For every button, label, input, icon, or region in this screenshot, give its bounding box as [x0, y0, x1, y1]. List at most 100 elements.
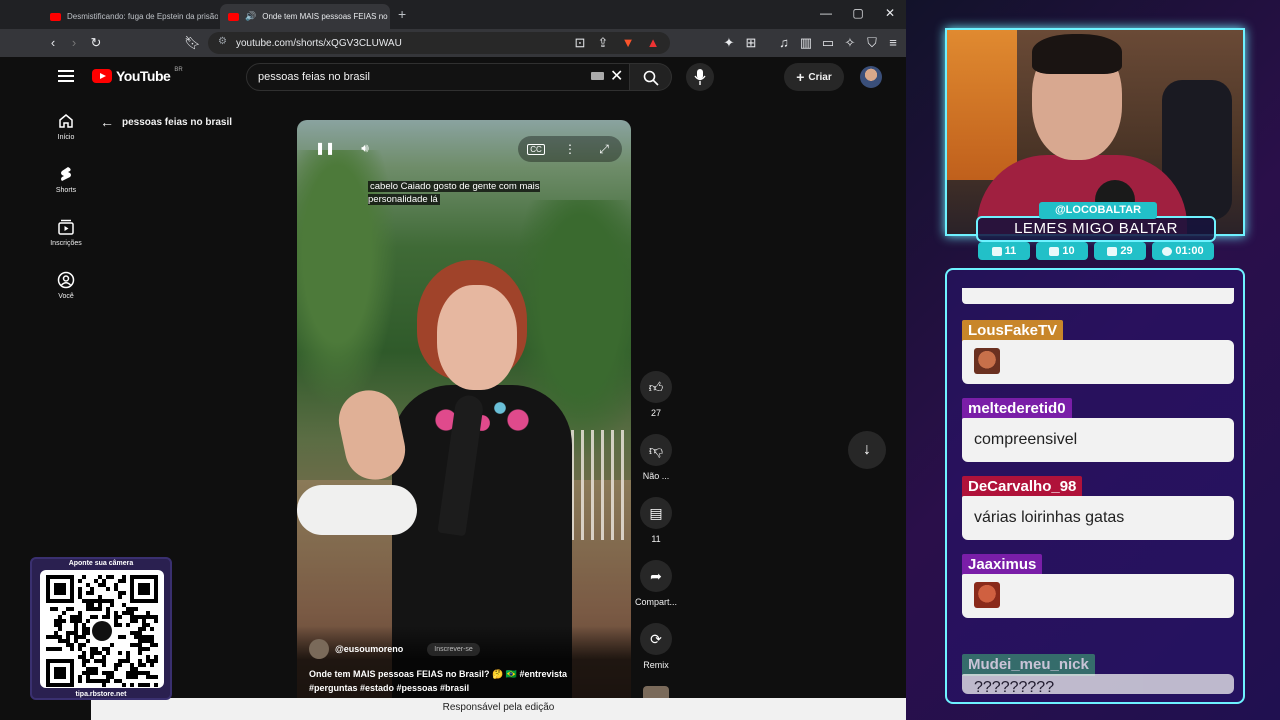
bookmark-icon[interactable]: 🔖︎: [184, 35, 201, 51]
nav-shorts[interactable]: Shorts: [40, 165, 92, 194]
youtube-logo[interactable]: YouTube BR: [92, 67, 183, 84]
home-icon: [59, 114, 73, 128]
tab-current-short[interactable]: 🔊 Onde tem MAIS pessoas FEIAS no ✕: [220, 4, 390, 29]
youtube-favicon-icon: [50, 12, 61, 21]
microphone-icon: [694, 69, 706, 85]
screenshot-icon[interactable]: ⊞: [743, 35, 759, 51]
video-subject-embroidery: [422, 390, 542, 450]
search-button[interactable]: [630, 63, 672, 91]
brave-rewards-icon[interactable]: ▲: [645, 35, 661, 51]
like-count: 27: [650, 408, 661, 418]
install-icon[interactable]: ⊡: [572, 35, 588, 51]
dislike-button[interactable]: 👎︎ Não ...: [638, 434, 674, 481]
dislike-icon: 👎︎: [640, 434, 672, 466]
youtube-play-icon: [92, 69, 112, 83]
remix-label: Remix: [643, 660, 669, 670]
comment-icon: ▤: [640, 497, 672, 529]
video-subject-face: [437, 285, 517, 390]
subscriptions-icon: [58, 219, 74, 235]
nav-label: Inscrições: [50, 240, 82, 247]
search-icon: [643, 70, 659, 86]
back-icon[interactable]: ‹: [45, 35, 61, 51]
chat-username: meltederetid0: [962, 398, 1072, 420]
fullscreen-icon[interactable]: ⤢: [592, 137, 616, 161]
stream-stats: 11 10 29 01:00: [978, 242, 1214, 260]
you-icon: [57, 271, 75, 289]
tab-bar: Desmistificando: fuga de Epstein da pris…: [0, 0, 906, 29]
speaker-icon[interactable]: 🔊: [245, 11, 256, 22]
forward-icon[interactable]: ›: [66, 35, 82, 51]
country-code: BR: [174, 67, 183, 73]
nav-label: Shorts: [55, 187, 77, 194]
nav-subscriptions[interactable]: Inscrições: [40, 218, 92, 247]
like-button[interactable]: 👍︎ 27: [638, 371, 674, 418]
vpn-icon[interactable]: ⛉: [864, 35, 880, 51]
leo-icon[interactable]: ✧: [842, 35, 858, 51]
clock-icon: [1162, 246, 1173, 256]
share-page-icon[interactable]: ⇪: [595, 35, 611, 51]
close-window-icon[interactable]: ✕: [882, 6, 898, 20]
site-info-icon[interactable]: ⚙: [218, 36, 227, 47]
pause-icon[interactable]: ❚❚: [313, 136, 337, 160]
chat-message: [962, 574, 1234, 618]
hamburger-menu-icon[interactable]: [58, 70, 74, 82]
emote-icon: [974, 348, 1000, 374]
share-label: Compart...: [634, 597, 677, 607]
remix-button[interactable]: ⟳ Remix: [638, 623, 674, 670]
qr-top-label: Aponte sua câmera: [68, 560, 134, 567]
sidebar-icon[interactable]: ▥: [798, 35, 814, 51]
nav-label: Início: [57, 134, 75, 141]
tab-title: Desmistificando: fuga de Epstein da pris…: [67, 12, 218, 21]
shorts-icon: [61, 167, 71, 181]
voice-search-button[interactable]: [686, 63, 714, 91]
keyboard-icon[interactable]: [591, 72, 604, 80]
share-icon: ➦: [640, 560, 672, 592]
chat-message: [962, 340, 1234, 384]
brave-shield-icon[interactable]: ▼: [620, 35, 636, 51]
share-button[interactable]: ➦ Compart...: [632, 560, 680, 607]
chat-message: ?????????: [962, 674, 1234, 694]
chat-username: Jaaximus: [962, 554, 1043, 576]
minimize-icon[interactable]: —: [818, 6, 834, 20]
qr-code: [40, 570, 164, 688]
chat-message-partial: [962, 288, 1234, 304]
extensions-icon[interactable]: ✦: [721, 35, 737, 51]
back-to-search[interactable]: ← pessoas feias no brasil: [100, 114, 232, 130]
qr-code-graphic: [46, 575, 158, 687]
subscribe-button[interactable]: Inscrever-se: [427, 642, 480, 656]
url-text: youtube.com/shorts/xQGV3CLUWAU: [236, 37, 402, 49]
screen: Desmistificando: fuga de Epstein da pris…: [0, 0, 1280, 720]
nav-you[interactable]: Você: [40, 271, 92, 300]
music-icon[interactable]: ♫: [776, 35, 792, 51]
short-video-player[interactable]: ❚❚ 🔊︎ CC ⋮ ⤢ cabelo Caiado gosto de gent…: [297, 120, 631, 700]
search-input[interactable]: pessoas feias no brasil: [246, 63, 630, 91]
create-label: Criar: [808, 71, 832, 83]
streamer-name: LEMES MIGO BALTAR: [976, 216, 1216, 242]
video-caption: cabelo Caiado gosto de gente com mais pe…: [368, 181, 540, 205]
comments-button[interactable]: ▤ 11: [638, 497, 674, 544]
plus-icon: +: [796, 69, 805, 85]
more-options-icon[interactable]: ⋮: [558, 137, 582, 161]
comment-count: 11: [651, 534, 661, 544]
nav-home[interactable]: Início: [40, 112, 92, 141]
volume-icon[interactable]: 🔊︎: [353, 136, 377, 160]
wallet-icon[interactable]: ▭: [820, 35, 836, 51]
youtube-wordmark: YouTube: [116, 68, 171, 84]
reload-icon[interactable]: ↻: [88, 35, 104, 51]
clear-search-icon[interactable]: ✕: [610, 66, 623, 86]
tab-epstein[interactable]: Desmistificando: fuga de Epstein da pris…: [42, 4, 218, 29]
streamer-handle: @LOCOBALTAR: [1039, 202, 1157, 219]
chat-message: várias loirinhas gatas: [962, 496, 1234, 540]
twitch-viewers: 11: [978, 242, 1030, 260]
channel-name[interactable]: @eusoumoreno: [335, 644, 403, 654]
next-short-button[interactable]: ↓: [848, 431, 886, 469]
create-button[interactable]: + Criar: [784, 63, 844, 91]
like-icon: 👍︎: [640, 371, 672, 403]
new-tab-icon[interactable]: +: [398, 6, 406, 22]
account-avatar[interactable]: [860, 66, 882, 88]
menu-icon[interactable]: ≡: [885, 35, 901, 51]
captions-icon[interactable]: CC: [524, 137, 548, 161]
channel-avatar[interactable]: [309, 639, 329, 659]
maximize-icon[interactable]: ▢: [850, 6, 866, 20]
short-title[interactable]: Onde tem MAIS pessoas FEIAS no Brasil? 🤔…: [309, 667, 589, 695]
